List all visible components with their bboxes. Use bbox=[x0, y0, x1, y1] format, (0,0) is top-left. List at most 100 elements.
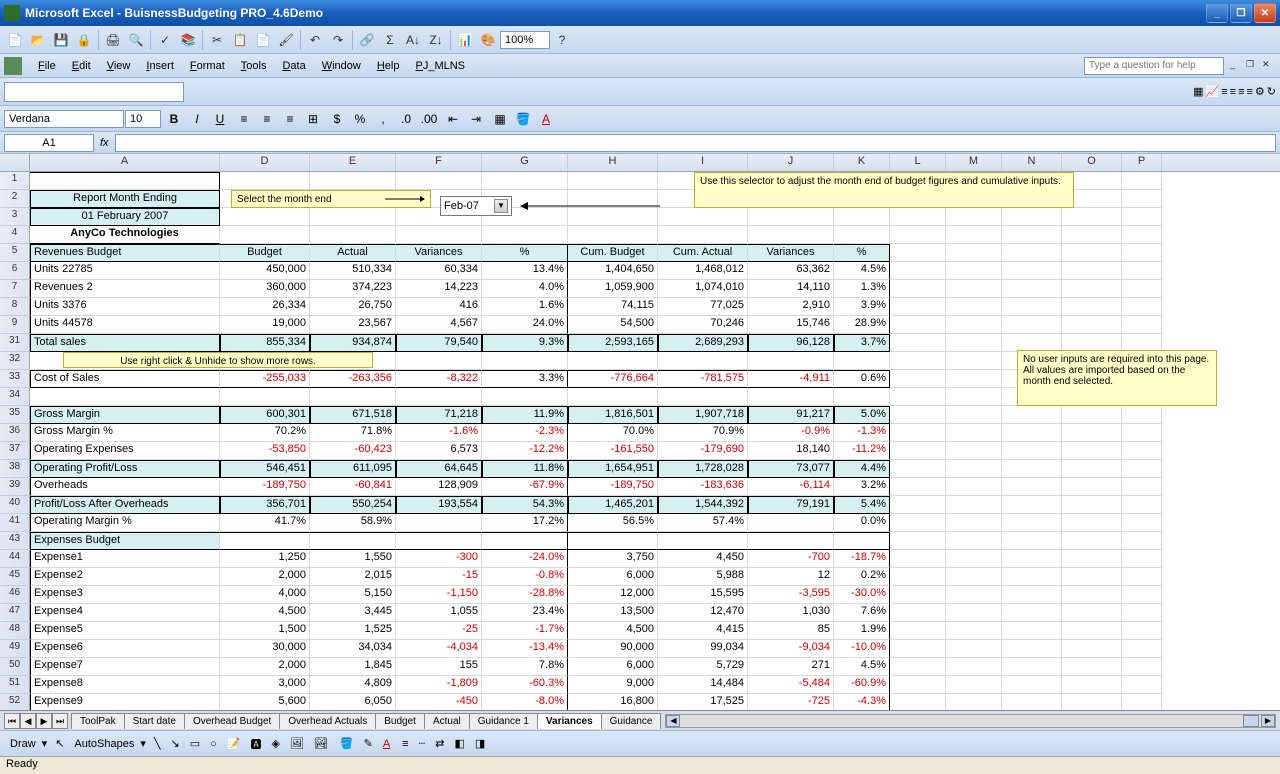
col-header-H[interactable]: H bbox=[568, 154, 658, 171]
cell[interactable] bbox=[1002, 244, 1062, 262]
pointer-icon[interactable]: ↖ bbox=[51, 735, 68, 752]
cell[interactable] bbox=[946, 370, 1002, 388]
cell[interactable] bbox=[946, 622, 1002, 640]
menu-window[interactable]: Window bbox=[314, 57, 369, 75]
sheet-tab-variances[interactable]: Variances bbox=[537, 713, 602, 729]
tool-icon-5[interactable]: ≡ bbox=[1238, 86, 1244, 98]
sheet-tab-toolpak[interactable]: ToolPak bbox=[71, 713, 125, 729]
cell[interactable] bbox=[396, 532, 482, 550]
cell[interactable] bbox=[1122, 676, 1162, 694]
align-right-icon[interactable]: ≡ bbox=[279, 109, 301, 129]
cell[interactable]: -161,550 bbox=[568, 442, 658, 460]
col-header-E[interactable]: E bbox=[310, 154, 396, 171]
cell[interactable] bbox=[946, 298, 1002, 316]
cell[interactable] bbox=[890, 208, 946, 226]
cell[interactable]: Expense7 bbox=[30, 658, 220, 676]
cell[interactable] bbox=[568, 532, 658, 550]
cell[interactable] bbox=[30, 172, 220, 190]
cell[interactable]: Expense4 bbox=[30, 604, 220, 622]
cell[interactable]: 1,544,392 bbox=[658, 496, 748, 514]
col-header-I[interactable]: I bbox=[658, 154, 748, 171]
cell[interactable]: 1,907,718 bbox=[658, 406, 748, 424]
cell[interactable] bbox=[1122, 478, 1162, 496]
cell[interactable]: 0.2% bbox=[834, 568, 890, 586]
cell[interactable]: 71.8% bbox=[310, 424, 396, 442]
cell[interactable]: 9.3% bbox=[482, 334, 568, 352]
row-header-5[interactable]: 5 bbox=[0, 244, 29, 262]
cell[interactable]: -1.6% bbox=[396, 424, 482, 442]
cell[interactable] bbox=[890, 514, 946, 532]
cell[interactable]: 1,055 bbox=[396, 604, 482, 622]
cell[interactable] bbox=[568, 226, 658, 244]
cell[interactable] bbox=[890, 442, 946, 460]
preview-icon[interactable]: 🔍 bbox=[125, 29, 147, 51]
cut-icon[interactable]: ✂ bbox=[206, 29, 228, 51]
cell[interactable]: 41.7% bbox=[220, 514, 310, 532]
cell[interactable]: 9,000 bbox=[568, 676, 658, 694]
row-header-48[interactable]: 48 bbox=[0, 622, 29, 640]
cell[interactable] bbox=[1122, 640, 1162, 658]
cell[interactable]: 1,059,900 bbox=[568, 280, 658, 298]
cell[interactable]: 2,000 bbox=[220, 568, 310, 586]
cell[interactable] bbox=[890, 478, 946, 496]
row-header-3[interactable]: 3 bbox=[0, 208, 29, 226]
cell[interactable] bbox=[1002, 442, 1062, 460]
minimize-button[interactable]: _ bbox=[1206, 3, 1228, 23]
cell[interactable] bbox=[220, 388, 310, 406]
cell[interactable]: 4.5% bbox=[834, 262, 890, 280]
cell[interactable]: 600,301 bbox=[220, 406, 310, 424]
cell[interactable] bbox=[1062, 604, 1122, 622]
cell[interactable] bbox=[1002, 406, 1062, 424]
merge-icon[interactable]: ⊞ bbox=[302, 109, 324, 129]
cell[interactable]: -11.2% bbox=[834, 442, 890, 460]
cell[interactable]: Budget bbox=[220, 244, 310, 262]
col-header-F[interactable]: F bbox=[396, 154, 482, 171]
cell[interactable]: 11.8% bbox=[482, 460, 568, 478]
cell[interactable]: -255,033 bbox=[220, 370, 310, 388]
cell[interactable]: 16,800 bbox=[568, 694, 658, 710]
cell[interactable]: 74,115 bbox=[568, 298, 658, 316]
cell[interactable] bbox=[946, 514, 1002, 532]
total-label[interactable]: Total sales bbox=[30, 334, 220, 352]
fillcolor-draw-icon[interactable]: 🪣 bbox=[336, 735, 358, 752]
cell[interactable] bbox=[946, 694, 1002, 710]
cell[interactable] bbox=[946, 406, 1002, 424]
comma-icon[interactable]: , bbox=[372, 109, 394, 129]
cell[interactable] bbox=[1062, 586, 1122, 604]
cell[interactable] bbox=[1062, 226, 1122, 244]
col-header-A[interactable]: A bbox=[30, 154, 220, 171]
cell[interactable]: -24.0% bbox=[482, 550, 568, 568]
cell[interactable]: 24.0% bbox=[482, 316, 568, 334]
tool-icon-6[interactable]: ≡ bbox=[1246, 86, 1252, 98]
cell[interactable]: 2,689,293 bbox=[658, 334, 748, 352]
cell[interactable] bbox=[658, 208, 748, 226]
col-header-P[interactable]: P bbox=[1122, 154, 1162, 171]
cell[interactable]: 356,701 bbox=[220, 496, 310, 514]
cell[interactable]: 0.0% bbox=[834, 514, 890, 532]
cell[interactable]: -2.3% bbox=[482, 424, 568, 442]
cell[interactable] bbox=[1002, 676, 1062, 694]
sort-desc-icon[interactable]: Z↓ bbox=[425, 29, 447, 51]
autoshapes-menu[interactable]: AutoShapes bbox=[70, 736, 138, 752]
cell[interactable] bbox=[946, 334, 1002, 352]
cell[interactable] bbox=[1002, 604, 1062, 622]
textbox-icon[interactable]: 📝 bbox=[223, 735, 245, 752]
row-header-50[interactable]: 50 bbox=[0, 658, 29, 676]
cell[interactable] bbox=[1122, 442, 1162, 460]
cell[interactable]: 7.6% bbox=[834, 604, 890, 622]
cell[interactable]: 1,654,951 bbox=[568, 460, 658, 478]
cell[interactable]: 510,334 bbox=[310, 262, 396, 280]
row-header-35[interactable]: 35 bbox=[0, 406, 29, 424]
cell[interactable] bbox=[890, 550, 946, 568]
cell[interactable]: -0.8% bbox=[482, 568, 568, 586]
cell[interactable]: 30,000 bbox=[220, 640, 310, 658]
cell[interactable]: 155 bbox=[396, 658, 482, 676]
cell[interactable] bbox=[834, 208, 890, 226]
cell[interactable] bbox=[482, 352, 568, 370]
row-header-34[interactable]: 34 bbox=[0, 388, 29, 406]
cell[interactable] bbox=[748, 532, 834, 550]
cell[interactable] bbox=[568, 172, 658, 190]
cell[interactable] bbox=[946, 262, 1002, 280]
cell[interactable]: 34,034 bbox=[310, 640, 396, 658]
cell[interactable]: 64,645 bbox=[396, 460, 482, 478]
